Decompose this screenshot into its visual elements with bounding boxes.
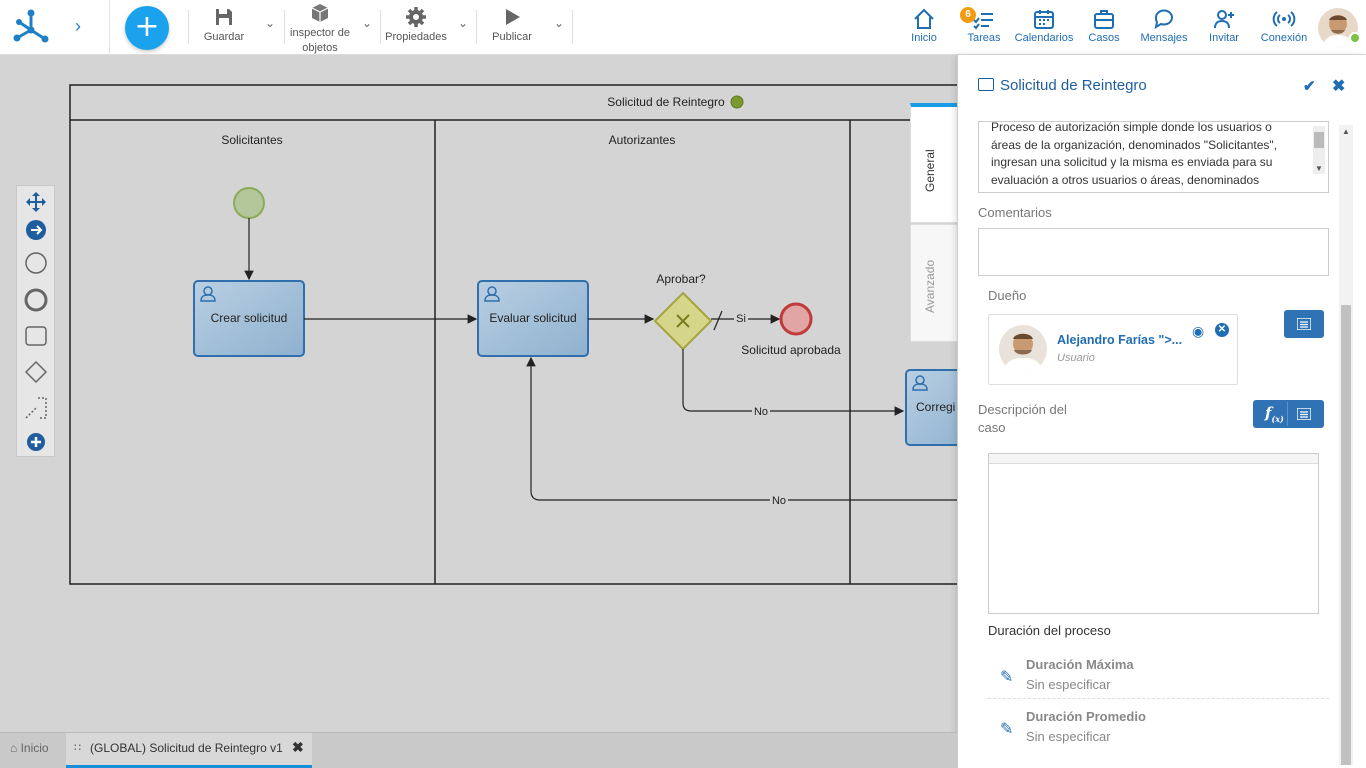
bottom-home-tab[interactable]: ⌂ Inicio (10, 741, 49, 755)
task-label: Crear solicitud (211, 311, 288, 325)
save-icon (216, 9, 232, 25)
list-icon (1297, 318, 1311, 330)
bpmn-diagram[interactable]: Solicitud de Reintegro Solicitantes Auto… (0, 55, 957, 732)
calendar-icon (1034, 10, 1054, 29)
owner-avatar (999, 325, 1047, 373)
process-icon: ∷ (74, 742, 81, 754)
end-event-label: Solicitud aprobada (741, 343, 841, 357)
end-event-tool-icon[interactable] (24, 288, 48, 312)
properties-button[interactable]: Propiedades (384, 4, 448, 52)
nav-calendars[interactable]: Calendarios (1012, 6, 1076, 50)
close-icon[interactable]: ✖ (1332, 76, 1345, 96)
bottom-tabs: ⌂ Inicio ∷ (GLOBAL) Solicitud de Reinteg… (0, 732, 957, 768)
process-duration-title: Duración del proceso (988, 623, 1111, 638)
lane-title-solicitantes: Solicitantes (221, 133, 282, 147)
pencil-icon[interactable]: ✎ (1000, 719, 1013, 739)
object-inspector-button[interactable]: inspector de objetos (288, 0, 352, 54)
textarea-scrollbar[interactable]: ▼ (1313, 126, 1325, 174)
scroll-up-icon[interactable]: ▲ (1342, 127, 1350, 136)
tab-general[interactable]: General (910, 103, 958, 223)
bottom-process-tab[interactable]: ∷ (GLOBAL) Solicitud de Reintegro v1 ✖ (66, 733, 312, 768)
connect-arrow-icon[interactable] (24, 218, 48, 242)
chat-bubble-icon (1154, 9, 1173, 30)
signal-icon (1272, 11, 1296, 27)
lane-title-autorizantes: Autorizantes (609, 133, 676, 147)
lane-tool-icon[interactable] (24, 396, 48, 420)
app-logo-icon[interactable] (12, 8, 52, 44)
remove-owner-icon[interactable]: ✕ (1215, 323, 1229, 337)
comments-field[interactable] (978, 228, 1329, 276)
pool-title: Solicitud de Reintegro (607, 95, 725, 109)
save-dropdown-chevron-icon[interactable]: ⌄ (265, 16, 275, 30)
list-icon[interactable] (1297, 408, 1311, 420)
tasks-badge: 6 (960, 7, 976, 23)
task-tool-icon[interactable] (24, 324, 48, 348)
scroll-thumb[interactable] (1341, 305, 1351, 765)
properties-dropdown-chevron-icon[interactable]: ⌄ (458, 16, 468, 30)
new-button[interactable]: + (125, 6, 169, 50)
start-event-tool-icon[interactable] (24, 251, 48, 275)
nav-invite[interactable]: Invitar (1204, 6, 1244, 50)
nav-tasks[interactable]: 6 Tareas (960, 6, 1004, 50)
panel-scrollbar[interactable]: ▲ (1339, 125, 1353, 765)
add-more-icon[interactable] (24, 430, 48, 454)
end-event[interactable] (779, 302, 813, 336)
close-tab-icon[interactable]: ✖ (292, 739, 304, 756)
max-duration-item[interactable]: ✎ Duración Máxima Sin especificar (988, 655, 1329, 699)
element-palette (16, 185, 55, 457)
tasks-icon (973, 13, 993, 30)
add-user-icon (1214, 10, 1234, 29)
owner-name[interactable]: Alejandro Farías ">... (1057, 333, 1182, 347)
owner-list-button[interactable] (1284, 310, 1324, 338)
view-eye-icon[interactable]: ◉ (1192, 323, 1204, 340)
nav-connection[interactable]: Conexión (1258, 6, 1310, 50)
home-icon (914, 8, 934, 29)
description-textarea[interactable]: Proceso de autorización simple donde los… (978, 121, 1329, 193)
logo-area: › (0, 0, 110, 55)
formula-icon[interactable]: f(x) (1265, 404, 1284, 424)
cube-icon (311, 4, 329, 22)
flow-label-no: No (754, 406, 768, 418)
move-icon[interactable] (24, 190, 48, 214)
publish-dropdown-chevron-icon[interactable]: ⌄ (554, 16, 564, 30)
diagram-canvas[interactable]: Solicitud de Reintegro Solicitantes Auto… (0, 55, 957, 732)
window-icon (978, 78, 994, 91)
pencil-icon[interactable]: ✎ (1000, 667, 1013, 687)
top-toolbar: › + Guardar ⌄ inspector de objetos ⌄ Pro… (0, 0, 1366, 55)
nav-messages[interactable]: Mensajes (1138, 6, 1190, 50)
panel-title: Solicitud de Reintegro (978, 77, 1147, 94)
pool-status-dot (730, 95, 744, 109)
flow-label-no: No (772, 495, 786, 507)
save-button[interactable]: Guardar (200, 4, 248, 52)
tab-advanced[interactable]: Avanzado (910, 224, 958, 342)
owner-label: Dueño (988, 288, 1027, 303)
expand-chevron-icon[interactable]: › (75, 16, 81, 37)
avg-duration-item[interactable]: ✎ Duración Promedio Sin especificar (988, 707, 1329, 751)
properties-panel: Solicitud de Reintegro ✔ ✖ Proceso de au… (957, 55, 1366, 768)
task-label: Evaluar solicitud (489, 311, 576, 325)
nav-cases[interactable]: Casos (1084, 6, 1124, 50)
owner-role: Usuario (1057, 352, 1095, 364)
flow-label-yes: Si (736, 313, 746, 325)
case-description-actions: f(x) (1253, 400, 1324, 428)
gateway-tool-icon[interactable] (24, 360, 48, 384)
task-label: Corregi (916, 400, 955, 414)
gear-icon (406, 7, 426, 27)
play-icon (506, 9, 520, 25)
inspector-dropdown-chevron-icon[interactable]: ⌄ (362, 16, 372, 30)
online-status-dot (1349, 32, 1361, 44)
nav-home[interactable]: Inicio (904, 6, 944, 50)
publish-button[interactable]: Publicar (488, 4, 536, 52)
case-description-editor[interactable] (988, 453, 1319, 614)
confirm-check-icon[interactable]: ✔ (1303, 77, 1316, 95)
comments-label: Comentarios (978, 205, 1052, 220)
gateway-label: Aprobar? (656, 272, 706, 286)
owner-card: Alejandro Farías ">... Usuario ◉ ✕ (988, 314, 1238, 385)
start-event[interactable] (233, 187, 265, 219)
briefcase-icon (1094, 10, 1114, 29)
case-description-label: Descripción del caso (978, 402, 1067, 435)
